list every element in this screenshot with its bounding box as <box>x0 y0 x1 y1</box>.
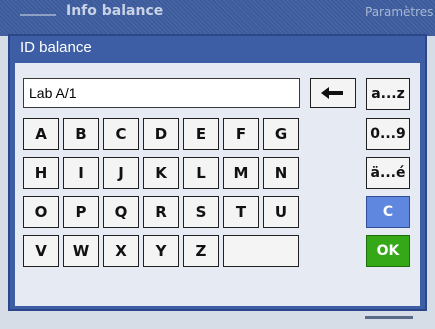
key-k[interactable]: K <box>143 157 179 189</box>
key-u[interactable]: U <box>263 196 299 228</box>
key-c[interactable]: C <box>103 118 139 150</box>
key-s[interactable]: S <box>183 196 219 228</box>
key-m[interactable]: M <box>223 157 259 189</box>
key-j[interactable]: J <box>103 157 139 189</box>
key-z[interactable]: Z <box>183 235 219 267</box>
dialog-title: ID balance <box>20 39 92 56</box>
key-r[interactable]: R <box>143 196 179 228</box>
key-x[interactable]: X <box>103 235 139 267</box>
bottom-indicator <box>365 316 413 319</box>
clear-button[interactable]: C <box>366 196 410 228</box>
key-q[interactable]: Q <box>103 196 139 228</box>
key-h[interactable]: H <box>23 157 59 189</box>
backspace-button[interactable] <box>310 78 356 108</box>
space-key[interactable] <box>223 235 299 267</box>
key-g[interactable]: G <box>263 118 299 150</box>
key-e[interactable]: E <box>183 118 219 150</box>
menu-dash-icon <box>20 14 56 16</box>
key-l[interactable]: L <box>183 157 219 189</box>
background-tab-parametres[interactable]: Paramètres <box>365 5 433 19</box>
key-o[interactable]: O <box>23 196 59 228</box>
screen: Info balance Paramètres ID balance Lab A… <box>0 0 435 329</box>
ok-button[interactable]: OK <box>366 235 410 267</box>
key-p[interactable]: P <box>63 196 99 228</box>
key-i[interactable]: I <box>63 157 99 189</box>
key-w[interactable]: W <box>63 235 99 267</box>
arrow-left-icon <box>321 87 343 99</box>
key-t[interactable]: T <box>223 196 259 228</box>
key-a[interactable]: A <box>23 118 59 150</box>
background-title-bar: Info balance Paramètres <box>0 0 435 36</box>
digits-button[interactable]: 0...9 <box>366 118 410 150</box>
key-b[interactable]: B <box>63 118 99 150</box>
background-title: Info balance <box>66 3 164 19</box>
id-input-field[interactable]: Lab A/1 <box>23 78 300 108</box>
key-n[interactable]: N <box>263 157 299 189</box>
key-d[interactable]: D <box>143 118 179 150</box>
key-v[interactable]: V <box>23 235 59 267</box>
key-y[interactable]: Y <box>143 235 179 267</box>
lowercase-letters-button[interactable]: a...z <box>366 78 410 110</box>
key-f[interactable]: F <box>223 118 259 150</box>
accented-letters-button[interactable]: ä...é <box>366 157 410 189</box>
